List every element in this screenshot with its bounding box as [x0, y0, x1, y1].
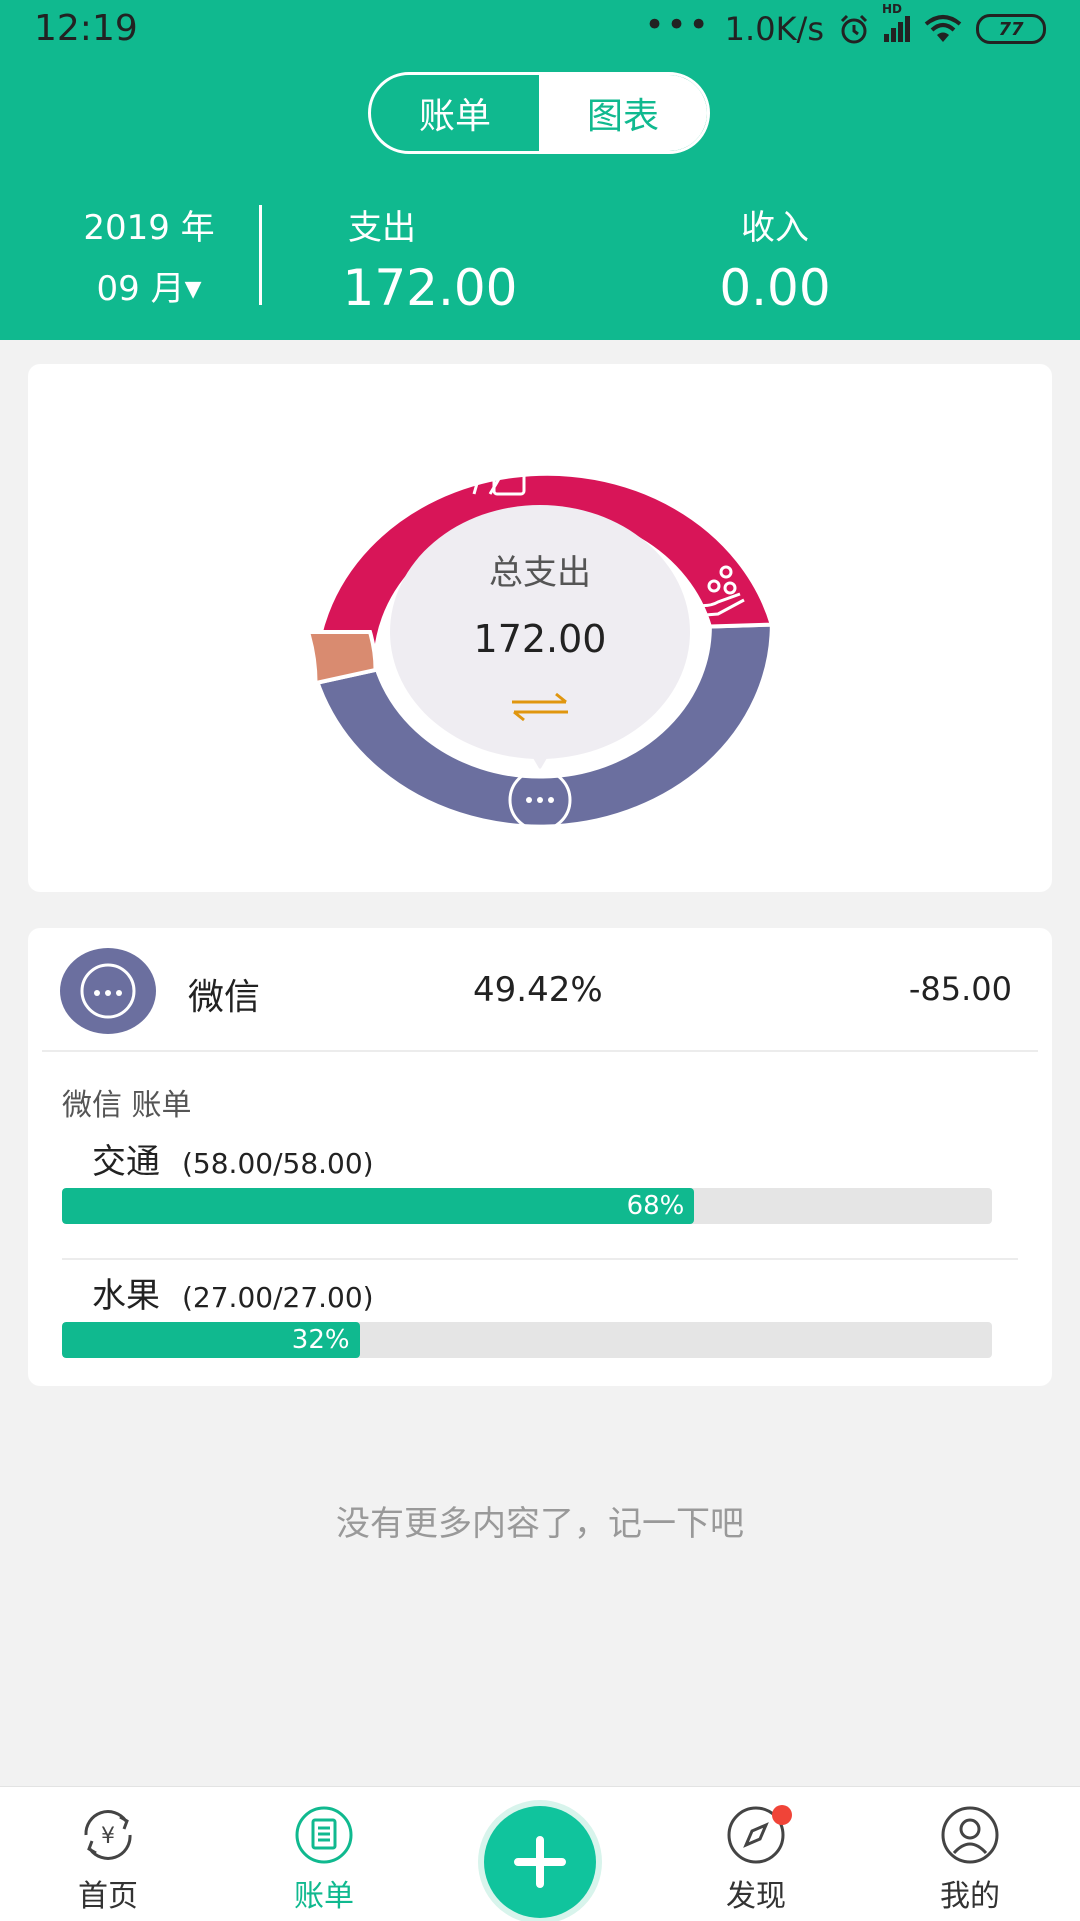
wifi-icon [924, 15, 962, 42]
item-amounts: (58.00/58.00) [182, 1147, 374, 1180]
nav-label: 首页 [78, 1879, 138, 1914]
category-percent: 49.42% [473, 970, 603, 1010]
expense-summary: 支出 172.00 [320, 200, 540, 317]
caret-down-icon: ▼ [184, 277, 202, 302]
add-record-button[interactable] [484, 1806, 596, 1918]
date-picker[interactable]: 2019 年 09 月▼ [54, 200, 244, 310]
chart-card: 总支出 172.00 [28, 364, 1052, 892]
network-speed: 1.0K/s [724, 10, 824, 48]
status-time: 12:19 [34, 8, 138, 49]
category-summary-row[interactable]: 微信 49.42% -85.00 [28, 928, 1052, 1050]
progress-track: 68% [62, 1188, 992, 1224]
month-selector[interactable]: 09 月▼ [54, 261, 244, 310]
notification-badge [772, 1805, 792, 1825]
donut-center-pointer [533, 758, 547, 770]
divider [62, 1258, 1018, 1260]
more-notifications-icon: ••• [644, 5, 711, 45]
yuan-refresh-icon: ¥ [84, 1810, 132, 1860]
bill-icon [295, 1806, 353, 1864]
nav-discover[interactable]: 发现 [686, 1805, 826, 1915]
more-icon [80, 963, 136, 1019]
category-amount: -85.00 [908, 970, 1012, 1008]
category-detail-card: 微信 49.42% -85.00 微信 账单 交通 (58.00/58.00) 6… [28, 928, 1052, 1386]
tab-chart[interactable]: 图表 [539, 75, 707, 151]
view-toggle: 账单 图表 [368, 72, 710, 154]
expense-value: 172.00 [342, 259, 518, 317]
plus-icon [514, 1836, 566, 1888]
center-value: 172.00 [474, 617, 607, 661]
expense-label: 支出 [348, 208, 416, 248]
nav-label: 我的 [940, 1879, 1000, 1914]
income-label: 收入 [741, 208, 809, 248]
tab-bill[interactable]: 账单 [371, 75, 539, 151]
item-amounts: (27.00/27.00) [182, 1281, 374, 1314]
progress-fill: 32% [62, 1322, 360, 1358]
progress-fill: 68% [62, 1188, 695, 1224]
nav-home[interactable]: ¥ 首页 [38, 1805, 178, 1915]
category-avatar [60, 948, 156, 1034]
signal-icon: HD [882, 2, 910, 42]
nav-label: 账单 [294, 1879, 354, 1914]
divider [42, 1050, 1038, 1052]
income-value: 0.00 [719, 259, 831, 317]
person-icon [941, 1806, 999, 1864]
status-icons: ••• 1.0K/s HD 77 [644, 2, 1046, 48]
center-label: 总支出 [489, 553, 591, 593]
expense-donut-chart[interactable]: 总支出 172.00 [28, 364, 1052, 892]
status-bar: 12:19 ••• 1.0K/s HD 77 [0, 0, 1080, 62]
item-name: 水果 [92, 1276, 160, 1316]
svg-text:¥: ¥ [101, 1824, 115, 1849]
nav-profile[interactable]: 我的 [900, 1805, 1040, 1915]
nav-bills[interactable]: 账单 [254, 1805, 394, 1915]
progress-track: 32% [62, 1322, 992, 1358]
nav-label: 发现 [726, 1879, 786, 1914]
item-name: 交通 [92, 1142, 160, 1182]
alarm-icon [840, 14, 868, 44]
battery-icon: 77 [976, 14, 1046, 44]
header-divider [259, 205, 262, 305]
header: 12:19 ••• 1.0K/s HD 77 账单 图表 2019 年 09 月… [0, 0, 1080, 340]
empty-note: 没有更多内容了，记一下吧 [336, 1504, 744, 1544]
category-name: 微信 [188, 977, 261, 1018]
section-title: 微信 账单 [62, 1088, 192, 1123]
year-label: 2019 年 [83, 208, 215, 248]
income-summary: 收入 0.00 [700, 200, 850, 317]
